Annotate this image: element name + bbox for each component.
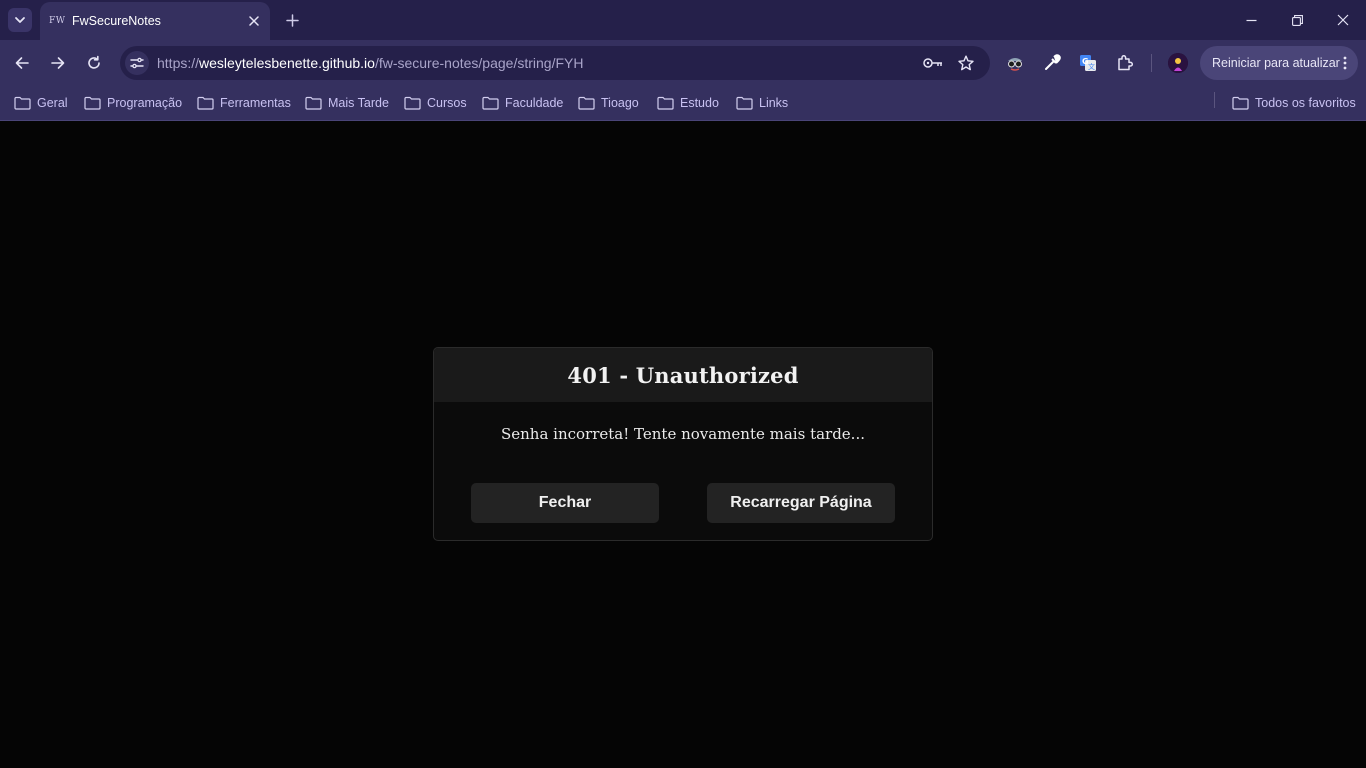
bookmark-folder-geral[interactable]: Geral — [14, 93, 68, 113]
folder-icon — [1232, 96, 1249, 110]
folder-icon — [404, 96, 421, 110]
tab-search-button[interactable] — [8, 8, 32, 32]
restart-label: Reiniciar para atualizar — [1212, 56, 1340, 70]
site-info-button[interactable] — [125, 51, 149, 75]
bookmark-label: Links — [759, 96, 789, 110]
back-button[interactable] — [10, 51, 34, 75]
url-text[interactable]: https://wesleytelesbenette.github.io/fw-… — [157, 55, 583, 71]
spy-extension-button[interactable] — [1004, 52, 1026, 74]
bookmark-folder-ferramentas[interactable]: Ferramentas — [197, 93, 291, 113]
plus-icon — [285, 13, 299, 27]
url-scheme: https:// — [157, 55, 200, 71]
site-info-icon — [130, 57, 144, 69]
folder-icon — [84, 96, 101, 110]
bookmark-folder-faculdade[interactable]: Faculdade — [482, 93, 563, 113]
bookmark-folder-tioago[interactable]: Tioago — [578, 93, 639, 113]
forward-icon — [51, 57, 65, 69]
close-window-button[interactable] — [1320, 0, 1366, 40]
close-icon — [1337, 14, 1349, 26]
bookmark-label: Estudo — [680, 96, 719, 110]
bookmark-label: Faculdade — [505, 96, 564, 110]
restart-to-update-button[interactable]: Reiniciar para atualizar — [1200, 46, 1358, 80]
folder-icon — [197, 96, 214, 110]
folder-icon — [578, 96, 595, 110]
all-bookmarks-button[interactable]: Todos os favoritos — [1232, 93, 1356, 113]
folder-icon — [482, 96, 499, 110]
dialog-header: 401 - Unauthorized — [434, 348, 932, 402]
minimize-button[interactable] — [1228, 0, 1274, 40]
bookmark-label: Tioago — [601, 96, 639, 110]
address-bar[interactable]: https://wesleytelesbenette.github.io/fw-… — [120, 46, 990, 80]
tab-favicon: FW — [49, 16, 66, 26]
bookmark-label: Mais Tarde — [328, 96, 389, 110]
restore-button[interactable] — [1274, 0, 1320, 40]
tab-title: FwSecureNotes — [72, 14, 161, 28]
bookmark-folder-mais-tarde[interactable]: Mais Tarde — [305, 93, 389, 113]
toolbar-divider — [1151, 54, 1152, 72]
spy-extension-icon — [1008, 58, 1022, 71]
active-tab[interactable]: FW FwSecureNotes — [40, 2, 270, 40]
forward-button[interactable] — [46, 51, 70, 75]
close-icon — [249, 16, 259, 26]
star-icon — [958, 55, 974, 71]
url-host: wesleytelesbenette.github.io — [199, 55, 375, 71]
puzzle-icon — [1118, 54, 1134, 71]
key-icon — [923, 58, 942, 68]
bookmarks-divider — [1214, 92, 1215, 108]
bookmark-label: Ferramentas — [220, 96, 291, 110]
avatar[interactable] — [1168, 53, 1188, 73]
browser-toolbar: https://wesleytelesbenette.github.io/fw-… — [0, 40, 1366, 86]
close-button[interactable]: Fechar — [471, 483, 659, 523]
new-tab-button[interactable] — [282, 10, 302, 30]
bookmark-folder-estudo[interactable]: Estudo — [657, 93, 719, 113]
browser-menu-button[interactable] — [1341, 55, 1349, 71]
restore-icon — [1291, 14, 1303, 26]
tab-close-button[interactable] — [246, 13, 262, 29]
tab-strip: FW FwSecureNotes — [0, 0, 1366, 40]
url-path: /fw-secure-notes/page/string/FYH — [374, 55, 584, 71]
dialog-title: 401 - Unauthorized — [567, 362, 799, 388]
bookmark-label: Programação — [107, 96, 183, 110]
bookmark-star-button[interactable] — [956, 53, 976, 73]
back-icon — [15, 57, 29, 69]
eyedropper-icon — [1045, 54, 1061, 70]
error-dialog: 401 - Unauthorized Senha incorreta! Tent… — [433, 347, 933, 541]
all-bookmarks-label: Todos os favoritos — [1255, 96, 1356, 110]
reload-page-button[interactable]: Recarregar Página — [707, 483, 895, 523]
password-key-button[interactable] — [923, 53, 943, 73]
eyedropper-extension-button[interactable] — [1041, 52, 1063, 74]
reload-button[interactable] — [82, 51, 106, 75]
folder-icon — [657, 96, 674, 110]
bookmark-folder-links[interactable]: Links — [736, 93, 788, 113]
bookmark-label: Geral — [37, 96, 68, 110]
kebab-menu-icon — [1343, 56, 1347, 70]
profile-avatar-icon — [1168, 53, 1188, 73]
translate-extension-button[interactable]: G 文 — [1077, 52, 1099, 74]
translate-icon: G 文 — [1080, 55, 1096, 71]
dialog-message: Senha incorreta! Tente novamente mais ta… — [500, 425, 865, 443]
bookmark-label: Cursos — [427, 96, 467, 110]
svg-text:文: 文 — [1088, 62, 1095, 71]
folder-icon — [736, 96, 753, 110]
reload-icon — [88, 55, 100, 69]
page-content: 401 - Unauthorized Senha incorreta! Tent… — [0, 121, 1366, 768]
folder-icon — [305, 96, 322, 110]
bookmarks-bar: Geral Programação Ferramentas Mais Tarde… — [0, 86, 1366, 121]
bookmark-folder-cursos[interactable]: Cursos — [404, 93, 467, 113]
minimize-icon — [1246, 19, 1256, 21]
chevron-down-icon — [15, 17, 25, 23]
bookmark-folder-programacao[interactable]: Programação — [84, 93, 182, 113]
folder-icon — [14, 96, 31, 110]
extensions-button[interactable] — [1114, 52, 1136, 74]
